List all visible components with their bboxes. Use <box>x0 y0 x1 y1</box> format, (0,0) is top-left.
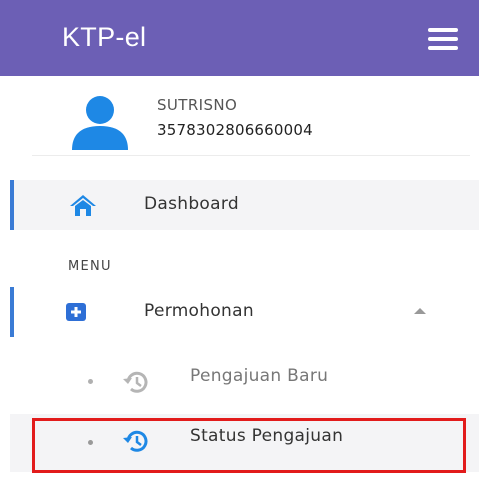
user-panel: SUTRISNO 3578302806660004 <box>0 76 479 158</box>
user-name: SUTRISNO <box>157 96 238 114</box>
user-icon <box>72 96 128 150</box>
sidebar-item-label: Permohonan <box>144 301 254 321</box>
plus-square-icon <box>66 303 86 321</box>
sidebar-item-label: Dashboard <box>144 194 239 214</box>
sidebar-item-dashboard[interactable]: Dashboard <box>10 180 479 230</box>
submenu-item-status-pengajuan[interactable]: Status Pengajuan <box>10 414 479 472</box>
caret-up-icon[interactable] <box>414 308 426 314</box>
top-header: KTP-el <box>0 0 479 76</box>
bullet-icon <box>88 440 93 445</box>
bullet-icon <box>88 379 93 384</box>
app-brand[interactable]: KTP-el <box>62 22 146 53</box>
submenu-item-label: Status Pengajuan <box>190 426 344 446</box>
home-icon <box>70 195 96 216</box>
hamburger-icon[interactable] <box>428 28 458 50</box>
divider <box>32 155 470 156</box>
history-icon <box>123 371 148 393</box>
submenu-item-label: Pengajuan Baru <box>190 366 329 386</box>
history-icon <box>123 430 148 452</box>
section-heading: MENU <box>68 259 112 274</box>
sidebar-item-permohonan[interactable]: Permohonan <box>10 287 479 337</box>
user-nik: 3578302806660004 <box>157 121 313 139</box>
submenu-item-pengajuan-baru[interactable]: Pengajuan Baru <box>10 352 479 410</box>
